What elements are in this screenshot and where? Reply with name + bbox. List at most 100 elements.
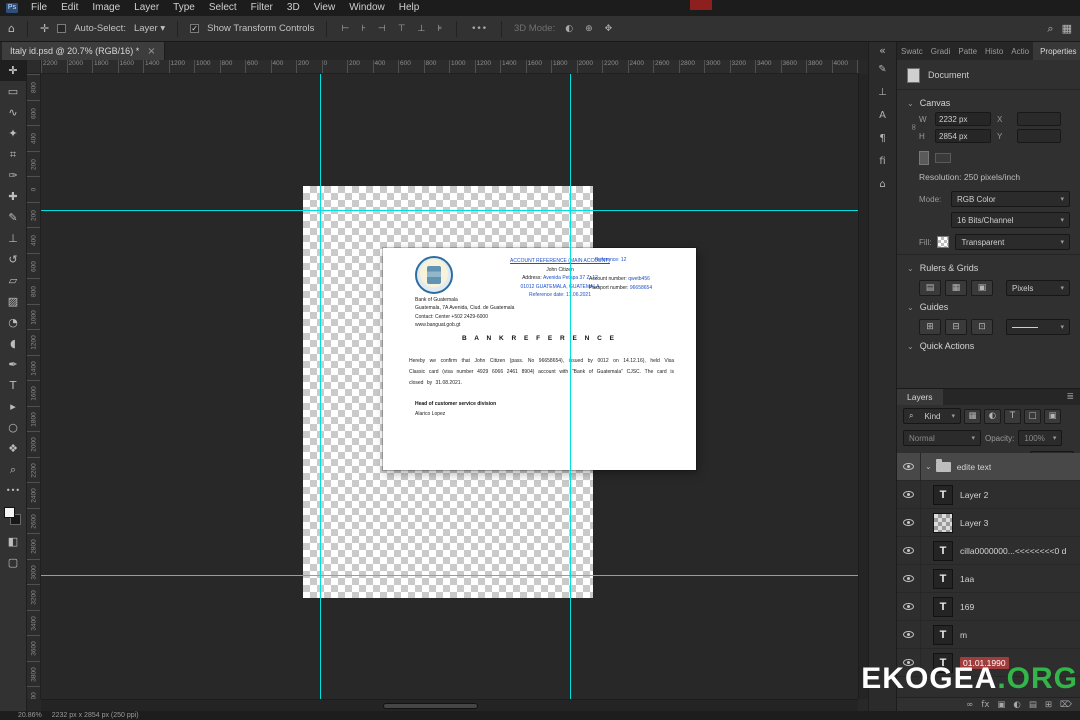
visibility-toggle[interactable] xyxy=(897,481,921,508)
color-mode-dropdown[interactable]: RGB Color ▾ xyxy=(951,191,1070,207)
horizontal-scrollbar-thumb[interactable] xyxy=(383,703,478,709)
libraries-panel-icon[interactable]: ⌂ xyxy=(869,173,896,196)
fill-dropdown[interactable]: Transparent ▾ xyxy=(955,234,1070,250)
menu-select[interactable]: Select xyxy=(202,0,244,16)
toggle-rulers-button[interactable]: ▤ xyxy=(919,280,941,296)
auto-select-dropdown[interactable]: Layer ▾ xyxy=(134,23,165,34)
orientation-portrait-button[interactable] xyxy=(919,151,929,165)
menu-window[interactable]: Window xyxy=(342,0,392,16)
layer-row-edite-text[interactable]: ⌄ edite text xyxy=(897,453,1080,481)
glyphs-panel-icon[interactable]: fi xyxy=(869,150,896,173)
healing-brush-tool[interactable]: ✚ xyxy=(0,186,26,207)
layer-name[interactable]: 169 xyxy=(960,602,974,612)
layer-filter-dropdown[interactable]: ⌕ Kind ▾ xyxy=(903,408,961,424)
group-expand-icon[interactable]: ⌄ xyxy=(925,462,932,471)
units-dropdown[interactable]: Pixels ▾ xyxy=(1006,280,1070,296)
auto-select-checkbox[interactable] xyxy=(57,24,67,33)
clone-source-icon[interactable]: ⊥ xyxy=(869,81,896,104)
visibility-toggle[interactable] xyxy=(897,565,921,592)
layer-mask-icon[interactable]: ▣ xyxy=(997,700,1005,710)
guides-section-header[interactable]: ⌄ Guides xyxy=(907,298,1070,316)
clear-guides-button[interactable]: ⊡ xyxy=(971,319,993,335)
history-brush-tool[interactable]: ↺ xyxy=(0,249,26,270)
align-left-icon[interactable]: ⊢ xyxy=(339,24,351,34)
visibility-toggle[interactable] xyxy=(897,509,921,536)
canvas-section-header[interactable]: ⌄ Canvas xyxy=(907,94,1070,112)
filter-smart-objects-icon[interactable]: ▣ xyxy=(1044,408,1061,424)
dodge-tool[interactable]: ◖ xyxy=(0,333,26,354)
vertical-guide[interactable] xyxy=(320,74,321,699)
menu-help[interactable]: Help xyxy=(392,0,427,16)
layer-name[interactable]: 1aa xyxy=(960,574,974,584)
bank-reference-document[interactable]: ACCOUNT REFERENCE (MAIN ACCOUNT) John Ci… xyxy=(383,248,696,470)
blur-tool[interactable]: ◔ xyxy=(0,312,26,333)
filter-adjustment-layers-icon[interactable]: ◐ xyxy=(984,408,1001,424)
canvas-viewport[interactable]: ACCOUNT REFERENCE (MAIN ACCOUNT) John Ci… xyxy=(41,74,858,699)
workspace-icon[interactable]: ▦ xyxy=(1062,22,1072,35)
shape-tool[interactable]: ○ xyxy=(0,417,26,438)
tab-swatc[interactable]: Swatc xyxy=(897,42,927,60)
menu-filter[interactable]: Filter xyxy=(244,0,280,16)
layer-row[interactable]: Layer 3 xyxy=(897,509,1080,537)
gradient-tool[interactable]: ▨ xyxy=(0,291,26,312)
filter-type-layers-icon[interactable]: T xyxy=(1004,408,1021,424)
layers-tab[interactable]: Layers xyxy=(897,389,943,405)
layer-row[interactable]: T cilla0000000...<<<<<<<<0 d xyxy=(897,537,1080,565)
adjustment-layer-icon[interactable]: ◐ xyxy=(1013,700,1020,710)
layer-row[interactable]: T 1aa xyxy=(897,565,1080,593)
layer-name[interactable]: edite text xyxy=(957,462,992,472)
guide-style-dropdown[interactable]: ▾ xyxy=(1006,319,1070,335)
path-selection-tool[interactable]: ▸ xyxy=(0,396,26,417)
screen-mode-icon[interactable]: ▢ xyxy=(0,552,26,573)
layer-name[interactable]: Layer 3 xyxy=(960,518,988,528)
type-tool[interactable]: T xyxy=(0,375,26,396)
clone-stamp-tool[interactable]: ⊥ xyxy=(0,228,26,249)
link-layers-icon[interactable]: ∞ xyxy=(966,700,973,710)
visibility-toggle[interactable] xyxy=(897,621,921,648)
lock-guides-button[interactable]: ⊟ xyxy=(945,319,967,335)
more-options-icon[interactable]: ••• xyxy=(469,24,489,34)
orientation-landscape-button[interactable] xyxy=(935,153,951,163)
new-layer-icon[interactable]: ⊞ xyxy=(1045,700,1052,710)
show-transform-checkbox[interactable]: ✓ xyxy=(190,24,200,33)
document-tab[interactable]: Italy id.psd @ 20.7% (RGB/16) * × xyxy=(2,42,165,60)
hand-tool[interactable]: ❖ xyxy=(0,438,26,459)
delete-layer-icon[interactable]: ⌦ xyxy=(1060,700,1072,710)
bit-depth-dropdown[interactable]: 16 Bits/Channel ▾ xyxy=(951,212,1070,228)
menu-layer[interactable]: Layer xyxy=(127,0,166,16)
align-bottom-icon[interactable]: ⊥ xyxy=(416,24,428,34)
search-icon[interactable]: ⌕ xyxy=(1047,22,1053,36)
toggle-guides-button[interactable]: ⊞ xyxy=(919,319,941,335)
horizontal-scrollbar[interactable] xyxy=(41,699,858,711)
new-group-icon[interactable]: ▤ xyxy=(1029,700,1037,710)
distribute-icon[interactable]: ⊧ xyxy=(435,24,444,34)
visibility-toggle[interactable] xyxy=(897,593,921,620)
filter-shape-layers-icon[interactable]: □ xyxy=(1024,408,1041,424)
paragraph-panel-icon[interactable]: ¶ xyxy=(869,127,896,150)
horizontal-guide[interactable] xyxy=(41,210,858,211)
zoom-tool[interactable]: ⌕ xyxy=(0,459,26,480)
lasso-tool[interactable]: ∿ xyxy=(0,102,26,123)
layer-name[interactable]: Layer 2 xyxy=(960,490,988,500)
home-icon[interactable]: ⌂ xyxy=(8,22,15,35)
color-swatches[interactable] xyxy=(0,505,26,531)
move-tool[interactable]: ✛ xyxy=(0,60,26,81)
visibility-toggle[interactable] xyxy=(897,537,921,564)
quick-mask-icon[interactable]: ◧ xyxy=(0,531,26,552)
link-dimensions-icon[interactable]: ∞ xyxy=(908,123,918,131)
vertical-scrollbar[interactable] xyxy=(858,74,879,699)
layer-effects-icon[interactable]: fx xyxy=(981,700,989,710)
menu-image[interactable]: Image xyxy=(85,0,127,16)
tab-histo[interactable]: Histo xyxy=(981,42,1007,60)
foreground-color-swatch[interactable] xyxy=(4,507,15,518)
menu-view[interactable]: View xyxy=(307,0,343,16)
horizontal-ruler[interactable]: 2200 2000 1800 1600 1400 1200 1000 800 600 400 200… xyxy=(41,60,858,74)
align-right-icon[interactable]: ⊣ xyxy=(376,24,388,34)
align-center-icon[interactable]: ⊦ xyxy=(359,24,368,34)
pen-tool[interactable]: ✒ xyxy=(0,354,26,375)
character-panel-icon[interactable]: A xyxy=(869,104,896,127)
layer-name[interactable]: m xyxy=(960,630,967,640)
brush-tool[interactable]: ✎ xyxy=(0,207,26,228)
layer-row[interactable]: T m xyxy=(897,621,1080,649)
layer-row[interactable]: T 169 xyxy=(897,593,1080,621)
